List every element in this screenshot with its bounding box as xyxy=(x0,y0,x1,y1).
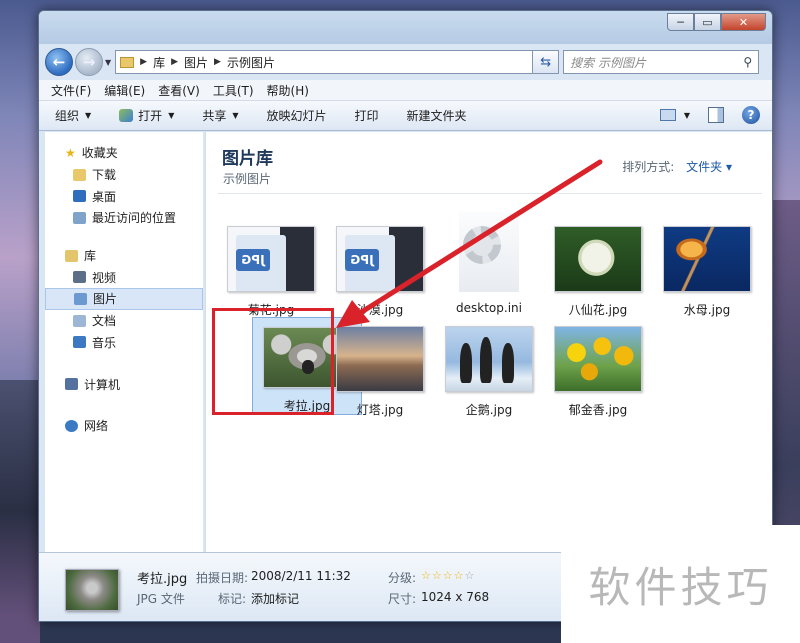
watermark: 软件技巧 xyxy=(561,525,800,643)
